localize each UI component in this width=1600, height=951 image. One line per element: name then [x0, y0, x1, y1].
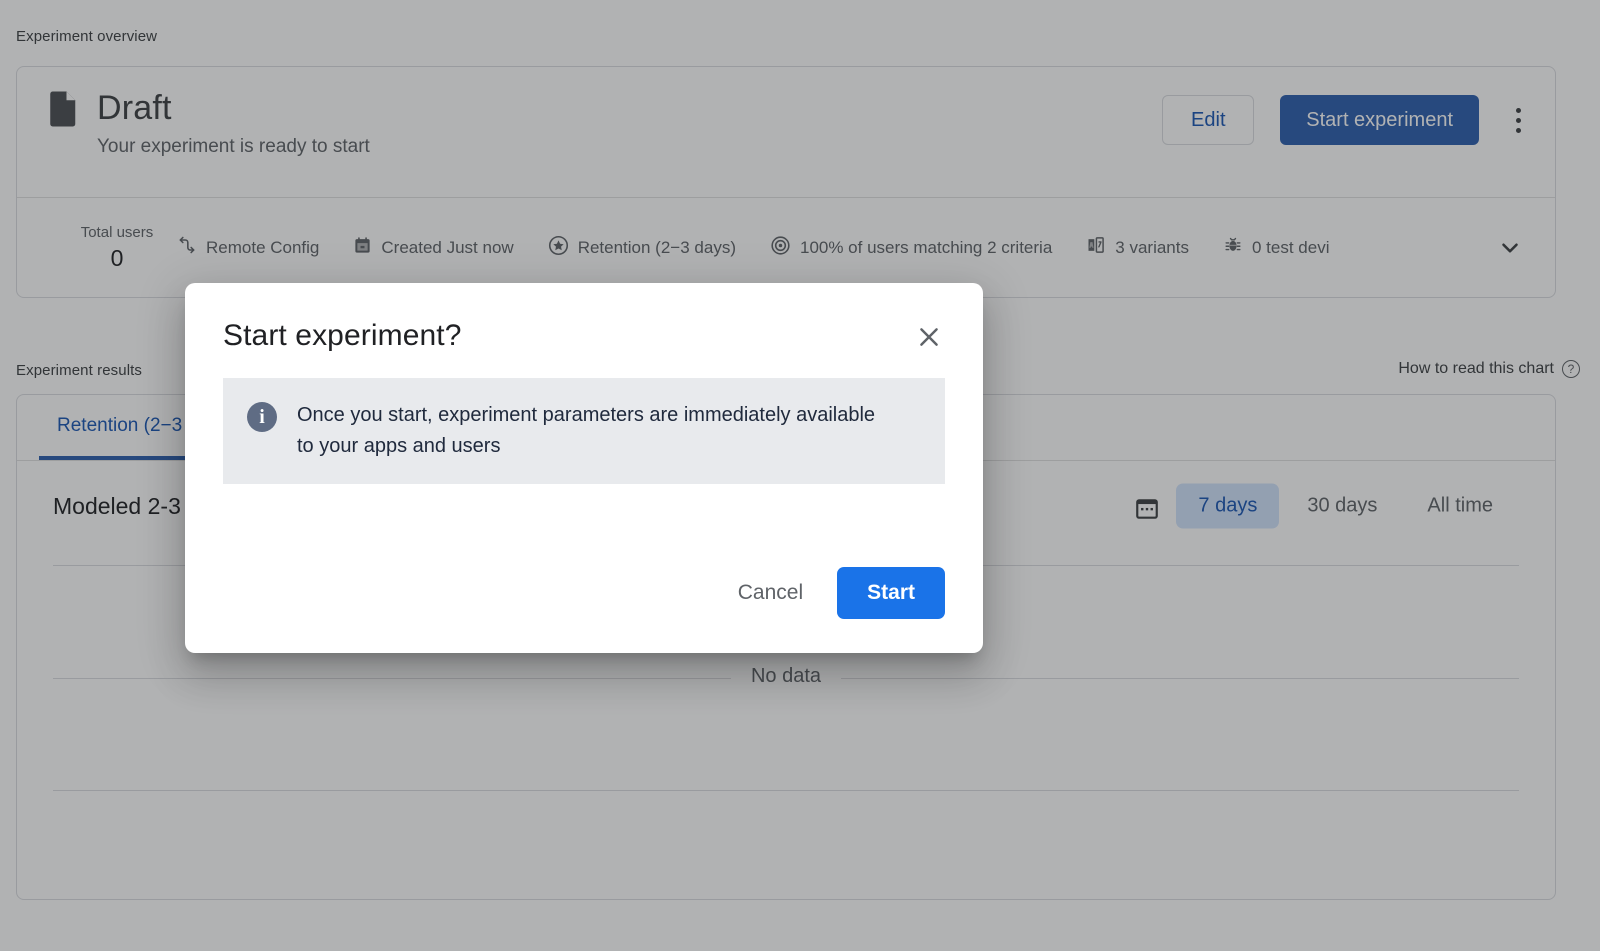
dialog-title: Start experiment? [223, 319, 461, 353]
page-root: Experiment overview Draft Your experimen… [0, 0, 1600, 951]
dialog-info-text: Once you start, experiment parameters ar… [297, 400, 897, 462]
start-button[interactable]: Start [837, 567, 945, 619]
close-icon[interactable] [913, 321, 945, 353]
dialog-actions: Cancel Start [718, 567, 945, 619]
start-experiment-dialog: Start experiment? i Once you start, expe… [185, 283, 983, 653]
cancel-button[interactable]: Cancel [718, 569, 823, 617]
dialog-header: Start experiment? [223, 319, 945, 353]
dialog-info-box: i Once you start, experiment parameters … [223, 378, 945, 484]
info-icon: i [247, 402, 277, 432]
